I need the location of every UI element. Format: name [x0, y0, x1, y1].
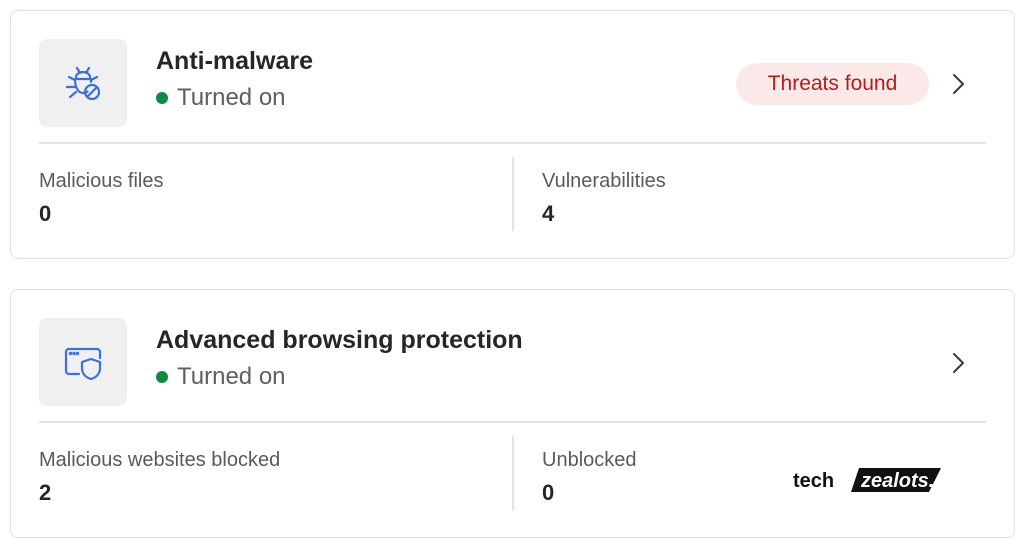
unblocked-value: 0	[542, 480, 555, 505]
chevron-right-icon[interactable]	[946, 69, 970, 99]
antimalware-status: Turned on	[156, 84, 286, 112]
threats-found-badge: Threats found	[736, 63, 929, 105]
browsing-protection-card[interactable]: Advanced browsing protection Turned on M…	[10, 289, 1015, 538]
techzealots-logo: tech zealots.	[793, 468, 941, 492]
browsing-metrics-separator	[512, 436, 514, 510]
browsing-icon-tile	[39, 318, 127, 406]
logo-text-tech: tech	[793, 470, 834, 492]
unblocked-label: Unblocked	[542, 449, 637, 471]
bug-blocked-icon	[65, 66, 101, 101]
browsing-protection-header[interactable]: Advanced browsing protection Turned on	[11, 290, 1014, 422]
malicious-files-label: Malicious files	[39, 170, 164, 192]
antimalware-title: Anti-malware	[156, 47, 313, 75]
antimalware-icon-tile	[39, 39, 127, 127]
antimalware-status-text: Turned on	[177, 84, 286, 111]
antimalware-divider	[39, 142, 986, 144]
malicious-files-value: 0	[39, 201, 52, 226]
malicious-websites-blocked-value: 2	[39, 480, 52, 505]
logo-text-zealots: zealots.	[860, 470, 934, 492]
browsing-protection-divider	[39, 421, 986, 423]
status-on-dot-icon	[156, 92, 168, 104]
vulnerabilities-value: 4	[542, 201, 555, 226]
antimalware-metrics-separator	[512, 157, 514, 231]
browser-shield-icon	[64, 347, 102, 381]
malicious-websites-blocked-label: Malicious websites blocked	[39, 449, 281, 471]
antimalware-header[interactable]: Anti-malware Turned on Threats found	[11, 11, 1014, 143]
browsing-protection-title: Advanced browsing protection	[156, 326, 523, 354]
antimalware-card[interactable]: Anti-malware Turned on Threats found Mal…	[10, 10, 1015, 259]
browsing-protection-status-text: Turned on	[177, 363, 286, 390]
vulnerabilities-label: Vulnerabilities	[542, 170, 666, 192]
browsing-protection-status: Turned on	[156, 363, 286, 391]
status-on-dot-icon	[156, 371, 168, 383]
chevron-right-icon[interactable]	[946, 348, 970, 378]
